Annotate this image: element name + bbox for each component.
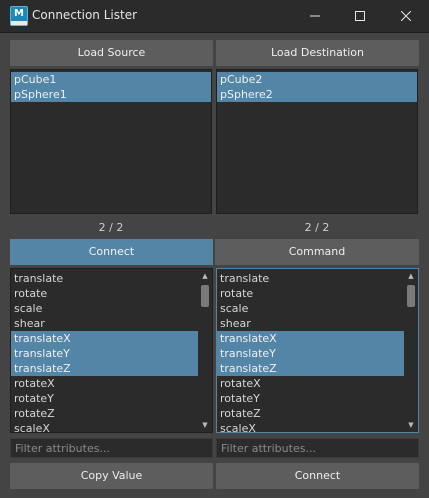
maximize-button[interactable] bbox=[337, 0, 383, 32]
source-attribute-list[interactable]: translate rotate scale shear translateX trans… bbox=[10, 268, 213, 433]
list-item[interactable]: pSphere2 bbox=[217, 87, 417, 102]
attribute-item[interactable]: translateY bbox=[11, 346, 198, 361]
destination-attribute-items: translate rotate scale shear translateX trans… bbox=[217, 271, 404, 432]
attribute-item[interactable]: rotateX bbox=[217, 376, 404, 391]
connect-button[interactable]: Connect bbox=[216, 463, 419, 489]
maximize-icon bbox=[355, 11, 365, 21]
attribute-item[interactable]: rotateZ bbox=[11, 406, 198, 421]
attribute-item[interactable]: scale bbox=[11, 301, 198, 316]
scroll-down-icon[interactable]: ▼ bbox=[406, 420, 416, 430]
attribute-item[interactable]: translate bbox=[217, 271, 404, 286]
minimize-icon bbox=[310, 15, 320, 17]
attribute-item[interactable]: rotate bbox=[11, 286, 198, 301]
minimize-button[interactable] bbox=[292, 0, 338, 32]
attribute-item[interactable]: shear bbox=[11, 316, 198, 331]
list-item[interactable]: pCube1 bbox=[11, 72, 211, 87]
attribute-item[interactable]: rotateY bbox=[11, 391, 198, 406]
attribute-item[interactable]: rotate bbox=[217, 286, 404, 301]
destination-count: 2 / 2 bbox=[304, 221, 330, 234]
source-scrollbar[interactable]: ▲ ▼ bbox=[200, 271, 210, 430]
list-item[interactable]: pCube2 bbox=[217, 72, 417, 87]
attribute-item[interactable]: translateZ bbox=[11, 361, 198, 376]
tab-connect[interactable]: Connect bbox=[10, 239, 213, 265]
title-bar: M Connection Lister bbox=[0, 0, 429, 33]
source-attribute-items: translate rotate scale shear translateX trans… bbox=[11, 271, 198, 432]
scroll-down-icon[interactable]: ▼ bbox=[200, 420, 210, 430]
load-destination-button[interactable]: Load Destination bbox=[216, 40, 419, 66]
source-object-list[interactable]: pCube1 pSphere1 bbox=[10, 69, 212, 214]
load-source-button[interactable]: Load Source bbox=[10, 40, 213, 66]
tab-command[interactable]: Command bbox=[215, 239, 419, 265]
attribute-item[interactable]: scaleX bbox=[217, 421, 404, 432]
destination-attribute-list[interactable]: translate rotate scale shear translateX trans… bbox=[216, 268, 419, 433]
scroll-up-icon[interactable]: ▲ bbox=[200, 271, 210, 281]
attribute-item[interactable]: scale bbox=[217, 301, 404, 316]
destination-object-list[interactable]: pCube2 pSphere2 bbox=[216, 69, 418, 214]
list-item[interactable]: pSphere1 bbox=[11, 87, 211, 102]
attribute-item[interactable]: rotateZ bbox=[217, 406, 404, 421]
attribute-item[interactable]: translateX bbox=[11, 331, 198, 346]
attribute-item[interactable]: shear bbox=[217, 316, 404, 331]
source-count: 2 / 2 bbox=[98, 221, 124, 234]
window-title: Connection Lister bbox=[32, 8, 138, 22]
scroll-thumb[interactable] bbox=[201, 285, 209, 307]
destination-filter-input[interactable] bbox=[216, 438, 419, 458]
attribute-item[interactable]: translateZ bbox=[217, 361, 404, 376]
attribute-item[interactable]: translateY bbox=[217, 346, 404, 361]
attribute-item[interactable]: translate bbox=[11, 271, 198, 286]
attribute-item[interactable]: rotateY bbox=[217, 391, 404, 406]
scroll-up-icon[interactable]: ▲ bbox=[406, 271, 416, 281]
copy-value-button[interactable]: Copy Value bbox=[10, 463, 213, 489]
source-filter-input[interactable] bbox=[10, 438, 213, 458]
destination-scrollbar[interactable]: ▲ ▼ bbox=[406, 271, 416, 430]
close-icon bbox=[401, 11, 411, 21]
scroll-thumb[interactable] bbox=[407, 285, 415, 307]
attribute-item[interactable]: rotateX bbox=[11, 376, 198, 391]
maya-app-icon: M bbox=[10, 6, 28, 26]
close-button[interactable] bbox=[383, 0, 429, 32]
attribute-item[interactable]: scaleX bbox=[11, 421, 198, 432]
attribute-item[interactable]: translateX bbox=[217, 331, 404, 346]
